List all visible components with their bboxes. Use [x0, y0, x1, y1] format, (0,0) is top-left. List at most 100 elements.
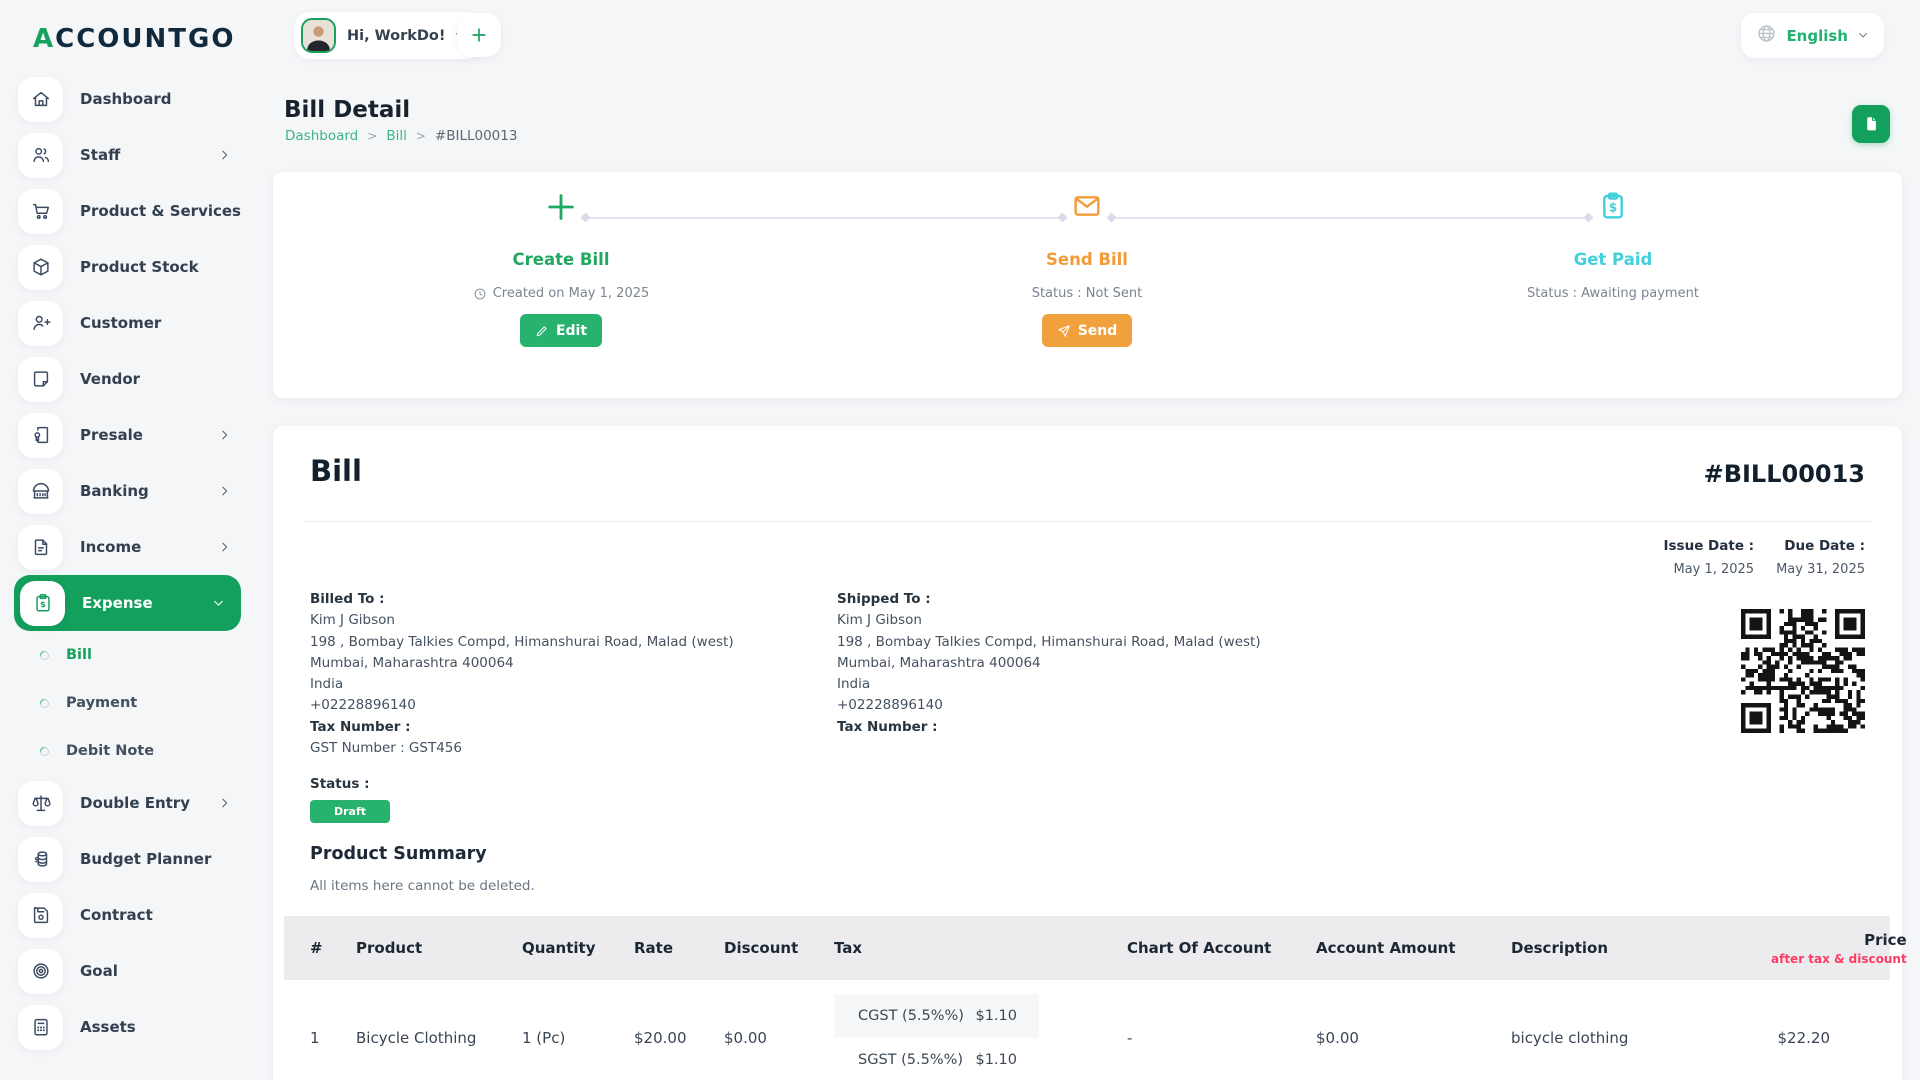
due-date-value: May 31, 2025 [1776, 562, 1865, 577]
step-create-bill: Create Bill Created on May 1, 2025 Edit [401, 172, 721, 347]
breadcrumb-dashboard[interactable]: Dashboard [285, 128, 358, 144]
sidebar-item-expense[interactable]: $ Expense [14, 575, 241, 631]
status-badge: Draft [310, 800, 390, 823]
bill-card: Bill #BILL00013 Issue Date : May 1, 2025… [273, 426, 1902, 1080]
sidebar-item-dashboard[interactable]: Dashboard [0, 71, 255, 127]
shipped-to-name: Kim J Gibson [837, 610, 1364, 631]
col-header-amount: Account Amount [1316, 939, 1511, 957]
sidebar-item-presale[interactable]: Presale [0, 407, 255, 463]
sidebar-item-staff[interactable]: Staff [0, 127, 255, 183]
billed-to-address2: Mumbai, Maharashtra 400064 [310, 653, 837, 674]
tax-amount: $1.10 [975, 1052, 1017, 1068]
bill-dates: Issue Date : May 1, 2025 Due Date : May … [1664, 538, 1866, 577]
box-icon [18, 245, 63, 290]
home-icon [18, 77, 63, 122]
sidebar-item-goal[interactable]: Goal [0, 943, 255, 999]
sidebar-subitem-label: Bill [66, 647, 92, 663]
language-selector[interactable]: English [1741, 13, 1884, 58]
issue-date-block: Issue Date : May 1, 2025 [1664, 538, 1755, 577]
bill-addresses: Billed To : Kim J Gibson 198 , Bombay Ta… [310, 589, 1364, 759]
sidebar-item-payment[interactable]: Payment [0, 679, 255, 727]
svg-text:$: $ [40, 599, 46, 609]
billed-to-phone: +02228896140 [310, 695, 837, 716]
sidebar-item-income[interactable]: Income [0, 519, 255, 575]
chevron-down-icon [1857, 26, 1869, 45]
send-bill-label: Send [1078, 323, 1118, 339]
billed-to-label: Billed To : [310, 589, 837, 610]
sidebar-item-label: Customer [80, 314, 161, 332]
breadcrumb-current: #BILL00013 [435, 128, 518, 144]
billed-to-address1: 198 , Bombay Talkies Compd, Himanshurai … [310, 632, 837, 653]
product-table: # Product Quantity Rate Discount Tax Cha… [284, 916, 1890, 1080]
file-icon [18, 525, 63, 570]
users-icon [18, 133, 63, 178]
sidebar-item-customer[interactable]: Customer [0, 295, 255, 351]
sidebar-item-product-stock[interactable]: Product Stock [0, 239, 255, 295]
sidebar-item-label: Income [80, 538, 141, 556]
breadcrumb-bill[interactable]: Bill [386, 128, 407, 144]
cell-quantity: 1 (Pc) [522, 1029, 634, 1047]
app-root: ACCOUNTGO Dashboard Staff Product & Serv… [0, 0, 1920, 1080]
sidebar-item-label: Expense [82, 594, 153, 612]
sidebar-item-assets[interactable]: Assets [0, 999, 255, 1055]
cart-icon [18, 189, 63, 234]
cell-account-amount: $0.00 [1316, 1029, 1511, 1047]
sidebar-nav: Dashboard Staff Product & Services Produ… [0, 71, 255, 1055]
plus-icon [401, 172, 721, 234]
sidebar-item-label: Product Stock [80, 258, 199, 276]
sidebar-item-bill[interactable]: Bill [0, 631, 255, 679]
sidebar-item-budget-planner[interactable]: $ Budget Planner [0, 831, 255, 887]
cell-tax: CGST (5.5%%) $1.10 SGST (5.5%%) $1.10 [834, 994, 1039, 1080]
cell-product: Bicycle Clothing [356, 1029, 522, 1047]
brand-logo-accent: A [33, 24, 55, 54]
floppy-icon [18, 893, 63, 938]
send-bill-button[interactable]: Send [1042, 314, 1133, 347]
bill-progress-card: Create Bill Created on May 1, 2025 Edit … [273, 172, 1902, 398]
scale-icon [18, 781, 63, 826]
issue-date-value: May 1, 2025 [1664, 562, 1755, 577]
language-label: English [1786, 27, 1848, 45]
step-title: Send Bill [927, 250, 1247, 269]
chevron-right-icon [218, 429, 231, 442]
file-export-button[interactable] [1852, 105, 1890, 143]
greeting-text: Hi, WorkDo! [347, 28, 446, 44]
sidebar-item-label: Banking [80, 482, 149, 500]
billed-to-tax-value: GST Number : GST456 [310, 738, 837, 759]
sidebar-item-label: Contract [80, 906, 153, 924]
pencil-icon [535, 324, 549, 338]
sidebar-item-label: Budget Planner [80, 850, 211, 868]
sidebar-item-vendor[interactable]: Vendor [0, 351, 255, 407]
price-header-label: Price [1864, 931, 1907, 949]
billed-to-tax-label: Tax Number : [310, 717, 837, 738]
breadcrumb: Dashboard > Bill > #BILL00013 [285, 128, 517, 144]
avatar [301, 18, 336, 53]
qr-code [1741, 609, 1865, 733]
bank-icon [18, 469, 63, 514]
step-status: Status : Not Sent [927, 286, 1247, 301]
clipboard-dollar-icon: $ [1453, 172, 1773, 234]
sidebar-item-label: Goal [80, 962, 118, 980]
sidebar-item-label: Vendor [80, 370, 140, 388]
cell-description: bicycle clothing [1511, 1029, 1771, 1047]
sidebar-item-banking[interactable]: Banking [0, 463, 255, 519]
bill-heading: Bill [310, 454, 362, 488]
svg-text:$: $ [34, 855, 39, 864]
edit-bill-label: Edit [556, 323, 587, 339]
sidebar-item-contract[interactable]: Contract [0, 887, 255, 943]
sidebar-item-double-entry[interactable]: Double Entry [0, 775, 255, 831]
brand-logo: ACCOUNTGO [33, 24, 235, 54]
col-header-chart: Chart Of Account [1127, 939, 1316, 957]
step-status-text: Created on May 1, 2025 [493, 286, 650, 301]
sidebar-item-debit-note[interactable]: Debit Note [0, 727, 255, 775]
note-icon [18, 357, 63, 402]
chevron-right-icon [218, 797, 231, 810]
add-button[interactable] [457, 13, 501, 57]
target-icon [18, 949, 63, 994]
sidebar-item-product-services[interactable]: Product & Services [0, 183, 255, 239]
edit-bill-button[interactable]: Edit [520, 314, 602, 347]
user-menu[interactable]: Hi, WorkDo! [294, 12, 482, 59]
chevron-right-icon [218, 149, 231, 162]
col-header-num: # [310, 939, 356, 957]
circle-dot-icon [38, 697, 51, 710]
chevron-right-icon [218, 541, 231, 554]
